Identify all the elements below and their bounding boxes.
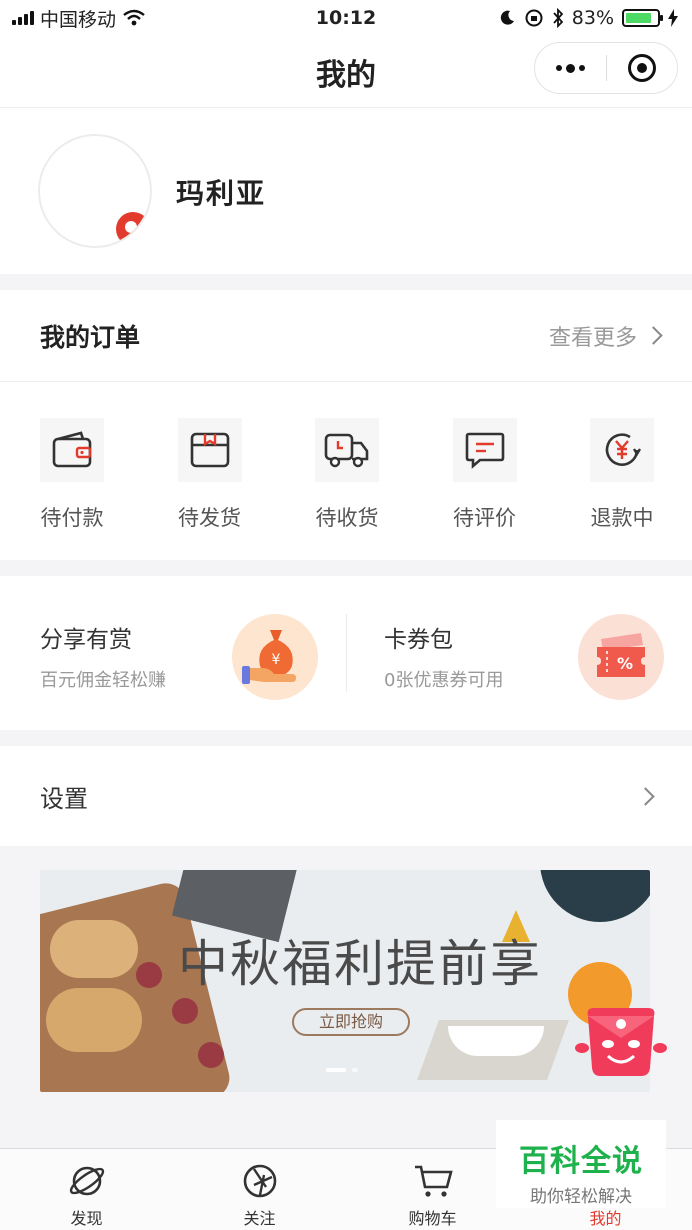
tab-cart[interactable]: 购物车 — [346, 1149, 519, 1230]
share-reward-card[interactable]: 分享有赏 百元佣金轻松赚 ¥ — [0, 576, 346, 730]
promo-section: 分享有赏 百元佣金轻松赚 ¥ 卡券包 0张优惠券可用 % — [0, 576, 692, 730]
comment-icon — [452, 418, 517, 482]
view-more-link[interactable]: 查看更多 — [548, 320, 663, 352]
order-status-to-receive[interactable]: 待收货 — [305, 418, 389, 532]
order-status-label: 待发货 — [178, 506, 241, 530]
truck-icon — [315, 418, 379, 482]
planet-icon — [69, 1166, 104, 1196]
order-status-to-review[interactable]: 待评价 — [443, 418, 527, 532]
mini-program-capsule — [534, 42, 678, 94]
avatar[interactable] — [38, 134, 152, 248]
tab-follow[interactable]: 关注 — [173, 1149, 346, 1230]
red-envelope-icon[interactable] — [574, 1002, 668, 1082]
refund-icon — [590, 418, 654, 482]
battery-icon — [622, 9, 663, 27]
svg-text:¥: ¥ — [272, 652, 281, 668]
carrier-name: 中国移动 — [40, 8, 117, 31]
svg-text:%: % — [617, 654, 633, 673]
package-icon — [177, 418, 242, 482]
nav-bar: 我的 — [0, 36, 692, 108]
username: 玛利亚 — [176, 177, 267, 210]
tab-label: 发现 — [70, 1209, 103, 1228]
money-bag-icon: ¥ — [232, 614, 318, 700]
charging-icon — [668, 9, 678, 27]
status-bar: 中国移动 10:12 83% — [0, 0, 692, 36]
wifi-icon — [123, 9, 145, 26]
order-status-list: 待付款 待发货 待收货 待评价 退款中 — [0, 382, 692, 532]
order-status-label: 待评价 — [453, 506, 516, 530]
moon-icon — [500, 10, 514, 25]
tab-label: 我的 — [589, 1209, 622, 1228]
avatar-logo-icon — [116, 212, 150, 246]
orders-title: 我的订单 — [40, 322, 141, 352]
order-status-pending-payment[interactable]: 待付款 — [30, 418, 114, 532]
coupon-wallet-subtitle: 0张优惠券可用 — [384, 670, 504, 691]
tab-discover[interactable]: 发现 — [0, 1149, 173, 1230]
orders-section: 我的订单 查看更多 待付款 待发货 待收货 待评价 退款中 — [0, 290, 692, 560]
profile-section[interactable]: 玛利亚 — [0, 108, 692, 274]
banner-juicer — [448, 1026, 544, 1056]
chevron-right-icon — [644, 326, 663, 345]
banner-fig — [136, 962, 162, 988]
more-dots-icon — [555, 63, 585, 73]
promo-banner[interactable]: 中秋福利提前享 立即抢购 — [40, 870, 650, 1092]
status-right: 83% — [498, 7, 678, 29]
battery-percent: 83% — [571, 7, 614, 29]
watermark: 百科全说 助你轻松解决 — [496, 1120, 666, 1208]
banner-croissant — [46, 988, 142, 1052]
close-button[interactable] — [607, 43, 678, 93]
banner-buy-button[interactable]: 立即抢购 — [292, 1008, 410, 1036]
order-status-label: 退款中 — [590, 506, 654, 530]
tab-label: 关注 — [243, 1209, 276, 1228]
banner-croissant — [50, 920, 138, 978]
battery-level — [626, 13, 651, 23]
settings-label: 设置 — [40, 784, 88, 813]
status-left: 中国移动 — [12, 5, 146, 32]
more-button[interactable] — [535, 43, 606, 93]
banner-dot — [326, 1068, 346, 1072]
share-reward-title: 分享有赏 — [40, 627, 132, 653]
wallet-icon — [40, 418, 104, 482]
banner-pagination — [326, 1068, 358, 1072]
bluetooth-icon — [553, 8, 564, 28]
coupon-wallet-card[interactable]: 卡券包 0张优惠券可用 % — [346, 576, 692, 730]
order-status-label: 待付款 — [40, 506, 104, 530]
tab-label: 购物车 — [408, 1209, 457, 1228]
aperture-icon — [243, 1164, 276, 1198]
coupon-wallet-title: 卡券包 — [384, 627, 453, 653]
settings-row[interactable]: 设置 — [0, 746, 692, 846]
order-status-refunding[interactable]: 退款中 — [580, 418, 664, 532]
coupon-icon: % — [578, 614, 664, 700]
banner-bowl — [540, 870, 650, 922]
banner-headline: 中秋福利提前享 — [178, 935, 542, 993]
banner-fig — [172, 998, 198, 1024]
order-status-label: 待收货 — [315, 506, 379, 530]
target-icon — [627, 54, 656, 82]
watermark-title: 百科全说 — [519, 1144, 643, 1179]
rotation-lock-icon — [525, 9, 543, 27]
view-more-label: 查看更多 — [548, 325, 637, 351]
chevron-right-icon — [636, 786, 655, 806]
share-reward-subtitle: 百元佣金轻松赚 — [40, 670, 166, 691]
orders-header: 我的订单 查看更多 — [0, 290, 692, 382]
signal-icon — [12, 11, 34, 25]
watermark-subtitle: 助你轻松解决 — [530, 1187, 632, 1207]
order-status-to-ship[interactable]: 待发货 — [168, 418, 252, 532]
banner-dot — [352, 1068, 358, 1072]
cart-icon — [414, 1165, 453, 1197]
banner-fig — [198, 1042, 224, 1068]
